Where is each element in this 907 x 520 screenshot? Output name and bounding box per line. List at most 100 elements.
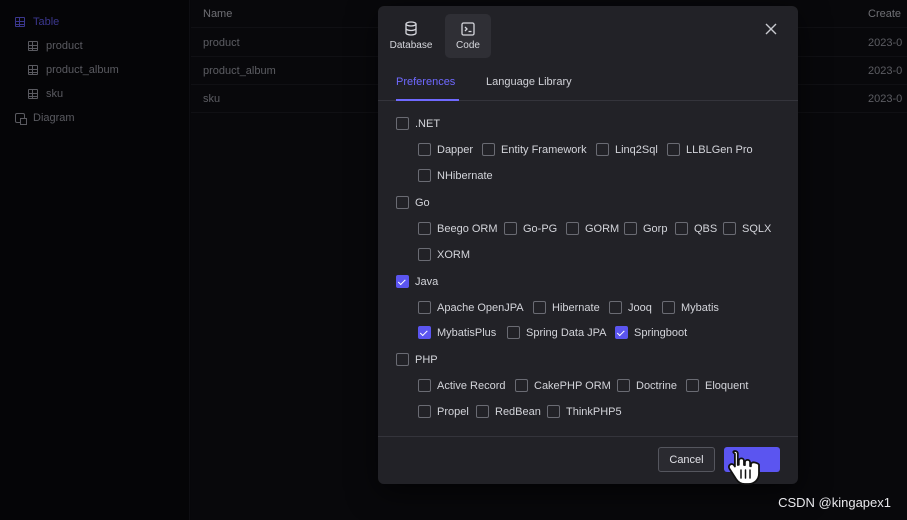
option-checkbox[interactable]: QBS bbox=[675, 222, 717, 235]
option-checkbox[interactable]: NHibernate bbox=[418, 169, 493, 182]
group-checkbox-java[interactable]: Java bbox=[396, 275, 438, 288]
option-checkbox[interactable]: Active Record bbox=[418, 379, 505, 392]
checkbox-label: LLBLGen Pro bbox=[686, 143, 753, 156]
group-checkbox-go[interactable]: Go bbox=[396, 196, 430, 209]
checkbox-label: Eloquent bbox=[705, 379, 749, 392]
option-checkbox[interactable]: Gorp bbox=[624, 222, 667, 235]
checkbox-label: Springboot bbox=[634, 326, 688, 339]
checkbox[interactable] bbox=[396, 353, 409, 366]
watermark: CSDN @kingapex1 bbox=[778, 495, 891, 510]
group-checkbox-dotnet[interactable]: .NET bbox=[396, 117, 440, 130]
checkbox[interactable] bbox=[615, 326, 628, 339]
tab-database[interactable]: Database bbox=[388, 14, 434, 58]
checkbox-label: Hibernate bbox=[552, 301, 600, 314]
checkbox-label: Beego ORM bbox=[437, 222, 498, 235]
checkbox-label: MybatisPlus bbox=[437, 326, 497, 339]
checkbox-label: ThinkPHP5 bbox=[566, 405, 622, 418]
checkbox[interactable] bbox=[686, 379, 699, 392]
checkbox-label: QBS bbox=[694, 222, 718, 235]
checkbox[interactable] bbox=[723, 222, 736, 235]
checkbox-label: RedBean bbox=[495, 405, 541, 418]
checkbox[interactable] bbox=[418, 379, 431, 392]
option-checkbox[interactable]: XORM bbox=[418, 248, 470, 261]
checkbox[interactable] bbox=[507, 326, 520, 339]
checkbox[interactable] bbox=[515, 379, 528, 392]
option-checkbox[interactable]: Linq2Sql bbox=[596, 143, 658, 156]
checkbox[interactable] bbox=[596, 143, 609, 156]
option-checkbox[interactable]: Eloquent bbox=[686, 379, 748, 392]
checkbox[interactable] bbox=[418, 169, 431, 182]
option-checkbox[interactable]: SQLX bbox=[723, 222, 771, 235]
code-generator-dialog: Database Code Preferences Language Libra… bbox=[378, 6, 798, 484]
option-checkbox[interactable]: Doctrine bbox=[617, 379, 677, 392]
option-checkbox[interactable]: Spring Data JPA bbox=[507, 326, 607, 339]
option-checkbox[interactable]: Beego ORM bbox=[418, 222, 498, 235]
option-checkbox[interactable]: ThinkPHP5 bbox=[547, 405, 622, 418]
checkbox[interactable] bbox=[418, 301, 431, 314]
tab-label: Code bbox=[456, 39, 480, 51]
checkbox[interactable] bbox=[667, 143, 680, 156]
checkbox[interactable] bbox=[504, 222, 517, 235]
checkbox-label: Linq2Sql bbox=[615, 143, 658, 156]
checkbox-label: .NET bbox=[415, 117, 441, 130]
checkbox[interactable] bbox=[482, 143, 495, 156]
checkbox[interactable] bbox=[418, 143, 431, 156]
checkbox-label: Dapper bbox=[437, 143, 474, 156]
close-button[interactable] bbox=[764, 22, 778, 36]
option-checkbox[interactable]: Jooq bbox=[609, 301, 652, 314]
tab-label: Database bbox=[389, 40, 433, 51]
database-icon bbox=[405, 21, 417, 36]
checkbox-label: Java bbox=[415, 275, 439, 288]
checkbox[interactable] bbox=[533, 301, 546, 314]
checkbox[interactable] bbox=[418, 222, 431, 235]
terminal-icon bbox=[461, 21, 475, 36]
option-checkbox[interactable]: Go-PG bbox=[504, 222, 557, 235]
option-checkbox[interactable]: GORM bbox=[566, 222, 619, 235]
checkbox[interactable] bbox=[396, 275, 409, 288]
group-checkbox-php[interactable]: PHP bbox=[396, 353, 438, 366]
dialog-header: Database Code bbox=[378, 6, 798, 64]
checkbox[interactable] bbox=[396, 117, 409, 130]
tab-preferences[interactable]: Preferences bbox=[396, 76, 455, 88]
settings-tabs: Preferences Language Library bbox=[378, 64, 798, 101]
checkbox-label: Go bbox=[415, 196, 430, 209]
checkbox-label: Spring Data JPA bbox=[526, 326, 607, 339]
option-checkbox[interactable]: RedBean bbox=[476, 405, 541, 418]
checkbox[interactable] bbox=[617, 379, 630, 392]
checkbox[interactable] bbox=[418, 405, 431, 418]
option-checkbox[interactable]: Springboot bbox=[615, 326, 687, 339]
checkbox-label: XORM bbox=[437, 248, 470, 261]
checkbox[interactable] bbox=[675, 222, 688, 235]
option-checkbox[interactable]: Mybatis bbox=[662, 301, 719, 314]
checkbox[interactable] bbox=[418, 326, 431, 339]
option-checkbox[interactable]: MybatisPlus bbox=[418, 326, 496, 339]
option-checkbox[interactable]: Entity Framework bbox=[482, 143, 587, 156]
checkbox-label: Go-PG bbox=[523, 222, 558, 235]
option-checkbox[interactable]: Apache OpenJPA bbox=[418, 301, 524, 314]
close-icon bbox=[765, 23, 777, 35]
option-checkbox[interactable]: Hibernate bbox=[533, 301, 600, 314]
option-checkbox[interactable]: Dapper bbox=[418, 143, 473, 156]
checkbox-label: Entity Framework bbox=[501, 143, 587, 156]
checkbox-label: PHP bbox=[415, 353, 438, 366]
checkbox[interactable] bbox=[396, 196, 409, 209]
option-checkbox[interactable]: Propel bbox=[418, 405, 469, 418]
tab-code[interactable]: Code bbox=[445, 14, 491, 58]
checkbox[interactable] bbox=[476, 405, 489, 418]
checkbox[interactable] bbox=[566, 222, 579, 235]
checkbox[interactable] bbox=[624, 222, 637, 235]
checkbox[interactable] bbox=[609, 301, 622, 314]
checkbox-label: Apache OpenJPA bbox=[437, 301, 524, 314]
checkbox-label: Propel bbox=[437, 405, 469, 418]
checkbox-label: NHibernate bbox=[437, 169, 493, 182]
checkbox[interactable] bbox=[662, 301, 675, 314]
tab-language-library[interactable]: Language Library bbox=[486, 76, 572, 88]
checkbox[interactable] bbox=[418, 248, 431, 261]
cancel-button[interactable]: Cancel bbox=[658, 447, 715, 472]
checkbox-label: Jooq bbox=[628, 301, 652, 314]
checkbox[interactable] bbox=[547, 405, 560, 418]
checkbox-label: GORM bbox=[585, 222, 620, 235]
app-window: Table product product_album sku Diagram … bbox=[0, 0, 907, 520]
option-checkbox[interactable]: LLBLGen Pro bbox=[667, 143, 753, 156]
option-checkbox[interactable]: CakePHP ORM bbox=[515, 379, 611, 392]
